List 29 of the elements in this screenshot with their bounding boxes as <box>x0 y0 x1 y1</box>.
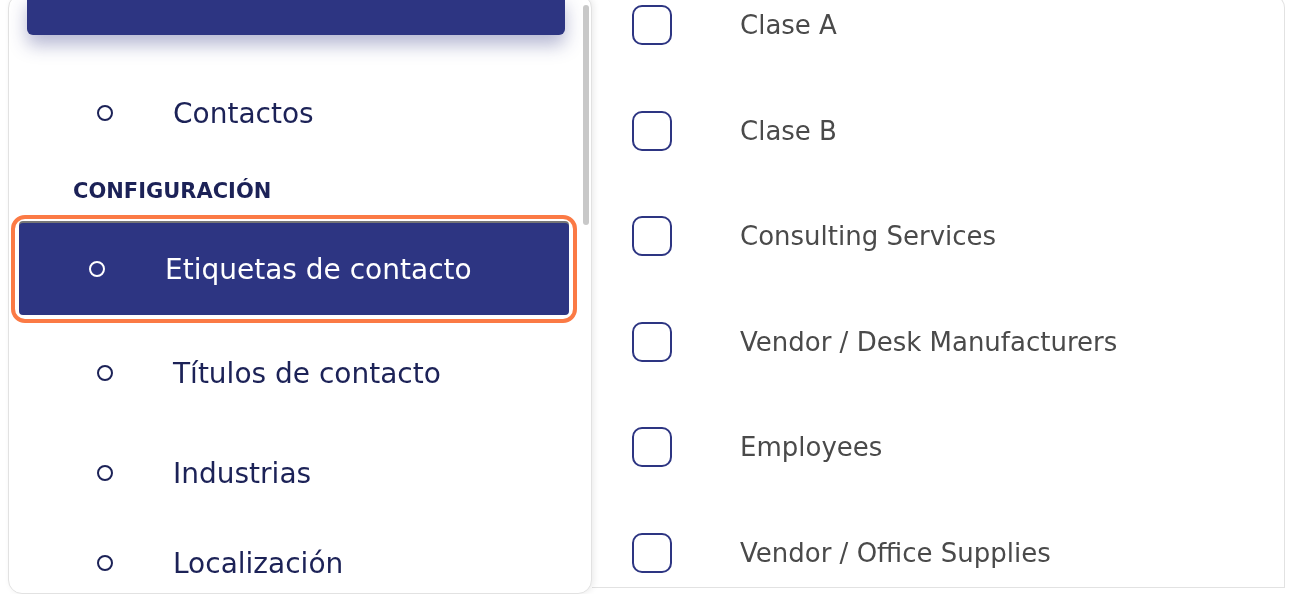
menu-item-label: Localización <box>173 546 344 580</box>
menu-item-label: Contactos <box>173 96 314 130</box>
menu-item[interactable]: Contactos <box>27 83 565 143</box>
menu-item-label: Etiquetas de contacto <box>165 252 472 286</box>
menu-item[interactable]: Títulos de contacto <box>27 343 565 403</box>
checkbox[interactable] <box>632 5 672 45</box>
tag-label: Clase A <box>740 10 837 40</box>
circle-icon <box>97 365 113 381</box>
tag-label: Consulting Services <box>740 221 997 252</box>
circle-icon <box>97 465 113 481</box>
checkbox[interactable] <box>632 216 672 257</box>
circle-icon <box>97 555 113 571</box>
section-heading: CONFIGURACIÓN <box>72 177 273 205</box>
menu-item[interactable]: Industrias <box>27 443 565 503</box>
checkbox[interactable] <box>632 532 672 573</box>
menu-item[interactable]: Localización <box>27 533 565 593</box>
checkbox[interactable] <box>632 321 672 362</box>
scrollbar[interactable] <box>583 5 589 225</box>
tag-label: Vendor / Office Supplies <box>740 537 1051 568</box>
menu-item-label: Títulos de contacto <box>173 356 441 390</box>
menu-item[interactable]: Etiquetas de contacto <box>19 223 569 315</box>
checkbox[interactable] <box>632 110 672 151</box>
checkbox[interactable] <box>632 427 672 468</box>
circle-icon <box>89 261 105 277</box>
tag-label: Employees <box>740 432 883 463</box>
tag-label: Vendor / Desk Manufacturers <box>740 326 1118 357</box>
tag-label: Clase B <box>740 115 837 146</box>
circle-icon <box>97 105 113 121</box>
menu-item-label: Industrias <box>173 456 312 490</box>
